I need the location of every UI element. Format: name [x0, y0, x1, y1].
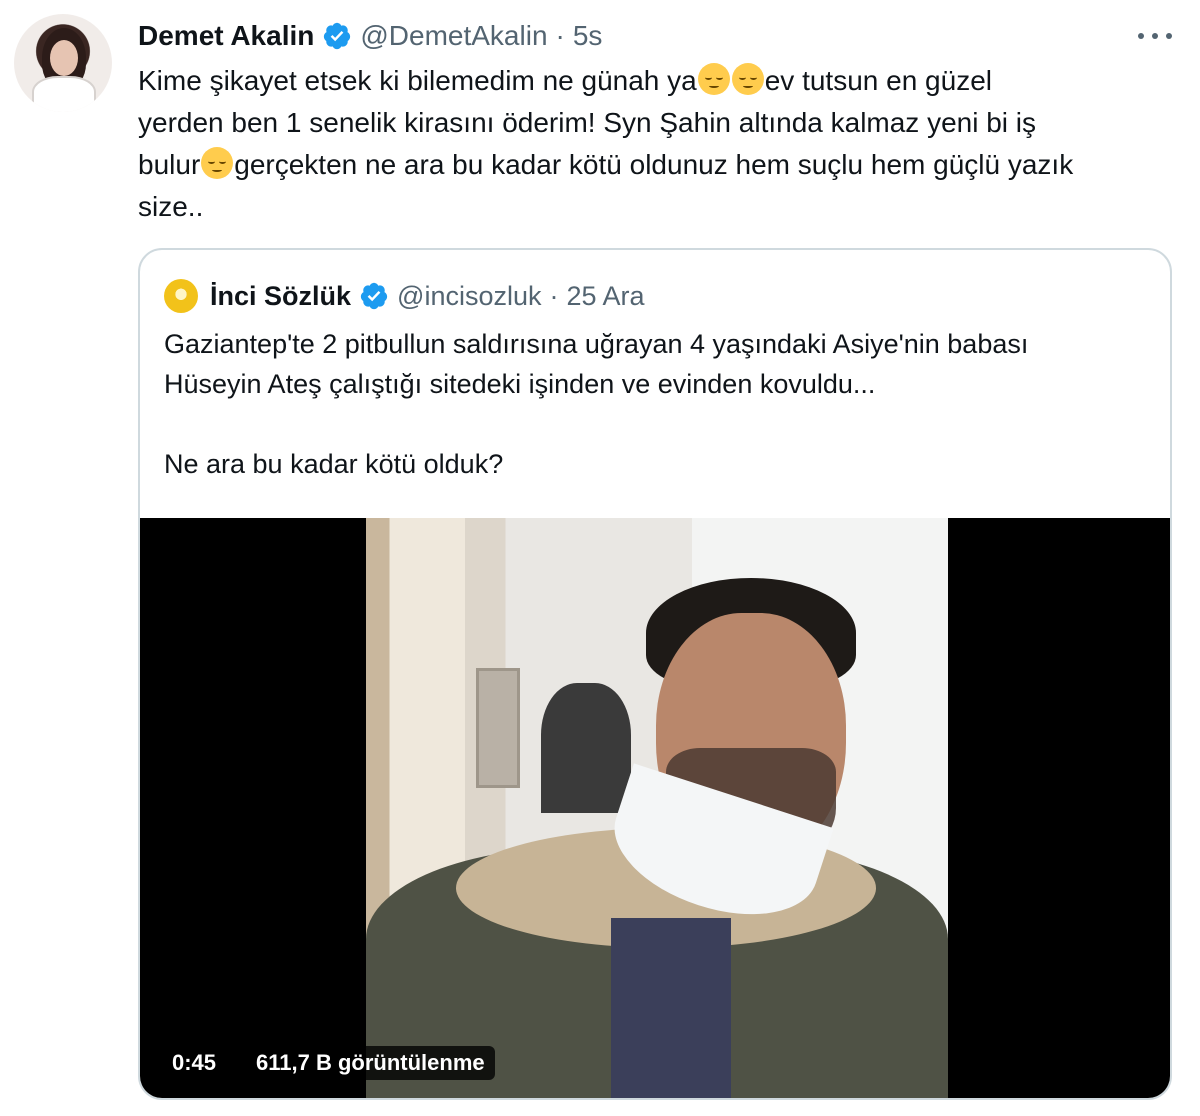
tweet-text: Kime şikayet etsek ki bilemedim ne günah… — [138, 60, 1178, 228]
header-separator: · — [555, 20, 565, 51]
video-shirt — [611, 918, 731, 1098]
video-duration: 0:45 — [162, 1046, 227, 1080]
tweet-text-segment: yerden ben 1 senelik kirasını öderim! Sy… — [138, 107, 1037, 138]
more-dot — [1138, 33, 1144, 39]
more-dot — [1152, 33, 1158, 39]
quoted-tweet-timestamp[interactable]: 25 Ara — [566, 281, 644, 312]
quoted-tweet-text: Gaziantep'te 2 pitbullun saldırısına uğr… — [164, 324, 1154, 484]
tweet-text-segment: bulur — [138, 149, 201, 180]
relieved-face-emoji-icon — [201, 147, 234, 179]
author-avatar[interactable] — [14, 14, 112, 112]
quoted-text-line — [164, 404, 1154, 444]
tweet-text-segment: Kime şikayet etsek ki bilemedim ne günah… — [138, 65, 697, 96]
author-handle[interactable]: @DemetAkalin — [360, 20, 547, 52]
quoted-author-handle[interactable]: @incisozluk — [397, 281, 541, 312]
quoted-text-line: Ne ara bu kadar kötü olduk? — [164, 449, 504, 479]
video-player[interactable]: 0:45 611,7 B görüntülenme — [140, 518, 1170, 1098]
quoted-tweet[interactable]: İnci Sözlük @incisozluk · 25 Ara Gaziant… — [138, 248, 1172, 1100]
tweet-text-segment: size.. — [138, 191, 204, 222]
quoted-author-avatar[interactable] — [164, 279, 198, 313]
verified-badge-icon — [324, 22, 351, 50]
video-bg-person — [541, 683, 631, 813]
tweet-text-line: size.. — [138, 186, 1178, 228]
tweet-text-segment: ev tutsun en güzel — [764, 65, 992, 96]
tweet-text-line: Kime şikayet etsek ki bilemedim ne günah… — [138, 60, 1178, 102]
video-frame[interactable] — [366, 518, 948, 1098]
more-dot — [1166, 33, 1172, 39]
relieved-face-emoji-icon — [731, 63, 764, 95]
quoted-header-separator: · — [549, 280, 559, 311]
more-options-icon[interactable] — [1138, 22, 1172, 50]
avatar-face — [50, 40, 78, 76]
tweet-text-line: bulur gerçekten ne ara bu kadar kötü oldu… — [138, 144, 1178, 186]
quoted-author-name[interactable]: İnci Sözlük — [210, 281, 351, 312]
verified-badge-icon — [360, 282, 388, 310]
tweet[interactable]: Demet Akalin @DemetAkalin · 5s Kime şika… — [0, 0, 1200, 1116]
tweet-text-line: yerden ben 1 senelik kirasını öderim! Sy… — [138, 102, 1178, 144]
tweet-header: Demet Akalin @DemetAkalin · 5s — [138, 18, 602, 54]
quoted-text-line: Hüseyin Ateş çalıştığı sitedeki işinden … — [164, 369, 876, 399]
quoted-tweet-header: İnci Sözlük @incisozluk · 25 Ara — [164, 278, 645, 314]
avatar-body — [32, 76, 96, 112]
quoted-text-line: Gaziantep'te 2 pitbullun saldırısına uğr… — [164, 329, 1029, 359]
tweet-timestamp[interactable]: 5s — [573, 20, 603, 52]
video-bg-door — [476, 668, 520, 788]
video-view-count: 611,7 B görüntülenme — [246, 1046, 495, 1080]
relieved-face-emoji-icon — [697, 63, 730, 95]
tweet-text-segment: gerçekten ne ara bu kadar kötü oldunuz h… — [234, 149, 1074, 180]
author-name[interactable]: Demet Akalin — [138, 20, 314, 52]
